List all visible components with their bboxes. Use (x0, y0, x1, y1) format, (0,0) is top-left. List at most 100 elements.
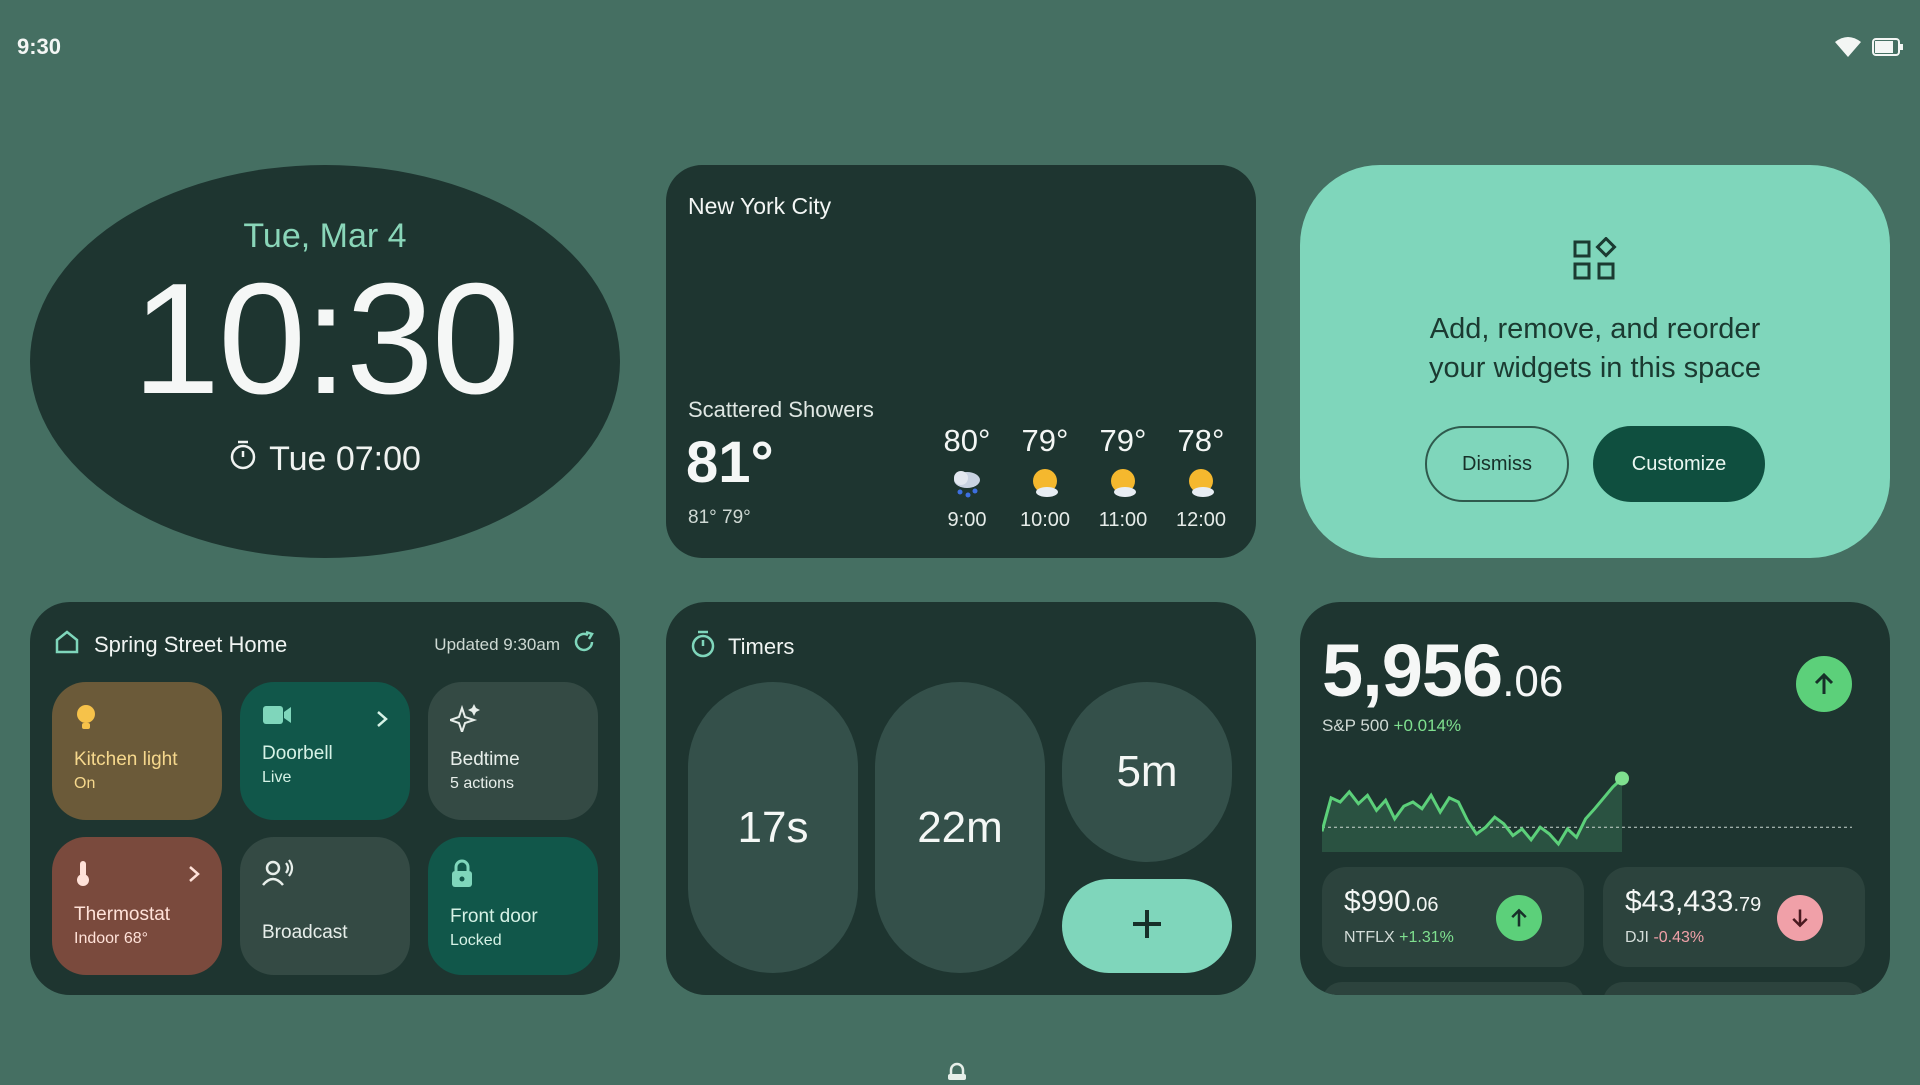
customize-widget: Add, remove, and reorder your widgets in… (1300, 165, 1890, 558)
tile-label: Bedtime (450, 749, 520, 770)
mini-price-dec: .06 (1410, 894, 1439, 916)
tile-kitchen-light[interactable]: Kitchen light On (52, 682, 222, 820)
forecast-hour: 79° 10:00 (1006, 423, 1084, 532)
dismiss-button[interactable]: Dismiss (1425, 426, 1569, 502)
mini-symbol: DJI (1625, 929, 1649, 946)
forecast-time: 11:00 (1098, 509, 1148, 531)
stock-symbol: S&P 500 (1322, 716, 1389, 735)
tile-label: Front door (450, 906, 538, 927)
home-icon (54, 630, 80, 659)
weather-hilo: 81° 79° (688, 507, 751, 528)
mini-name: NTFLX +1.31% (1344, 929, 1454, 947)
chevron-right-icon (188, 865, 200, 888)
customize-message: Add, remove, and reorder your widgets in… (1429, 310, 1761, 388)
tile-label: Broadcast (262, 922, 348, 943)
sparkle-icon (446, 704, 480, 736)
mini-price: $990.06 (1344, 885, 1439, 919)
home-updated: Updated 9:30am (434, 634, 560, 654)
forecast-time: 12:00 (1175, 509, 1227, 531)
lock-icon (946, 1062, 968, 1085)
forecast-time: 9:00 (947, 509, 987, 531)
stock-card-ntflx[interactable]: $990.06 NTFLX +1.31% (1322, 867, 1584, 967)
tile-label: Thermostat (74, 904, 171, 925)
arrow-up-icon (1796, 656, 1852, 712)
status-icons (1834, 36, 1904, 63)
weather-city: New York City (688, 193, 832, 219)
clock-widget[interactable]: Tue, Mar 4 10:30 Tue 07:00 (30, 165, 620, 558)
stock-chart (1322, 771, 1852, 852)
tile-thermostat[interactable]: Thermostat Indoor 68° (52, 837, 222, 975)
clock-alarm: Tue 07:00 (229, 440, 421, 479)
camera-icon (262, 706, 292, 730)
stock-card-peek (1322, 982, 1584, 995)
partly-sunny-icon (1183, 465, 1219, 501)
forecast-temp: 80° (943, 423, 991, 458)
mini-symbol: NTFLX (1344, 929, 1395, 946)
mini-change: -0.43% (1653, 929, 1705, 946)
timer-item[interactable]: 5m (1062, 682, 1232, 862)
forecast-temp: 79° (1021, 423, 1069, 458)
timer-icon (690, 630, 716, 664)
mini-price: $43,433.79 (1625, 885, 1761, 919)
timers-widget: Timers 17s 22m 5m (666, 602, 1256, 995)
stock-price-int: 5,956 (1322, 629, 1503, 712)
tile-status: Indoor 68° (74, 930, 149, 947)
status-time: 9:30 (17, 34, 62, 59)
weather-temp: 81° (686, 430, 774, 495)
lightbulb-icon (74, 705, 98, 736)
alarm-icon (229, 440, 257, 479)
stock-chart-area (1322, 778, 1622, 852)
stock-name: S&P 500 +0.014% (1322, 716, 1461, 736)
thermometer-icon (74, 861, 92, 891)
stock-change: +0.014% (1393, 716, 1462, 735)
plus-icon (1130, 907, 1164, 946)
widgets-icon (1572, 236, 1618, 288)
forecast-hour: 78° 12:00 (1162, 423, 1240, 532)
weather-widget[interactable]: New York City Scattered Showers 81° 81° … (666, 165, 1256, 558)
stocks-widget[interactable]: 5,956.06 S&P 500 +0.014% $990.06 NTFLX +… (1300, 602, 1890, 995)
mini-price-int: $43,433 (1625, 885, 1734, 918)
stock-chart-point (1615, 771, 1629, 786)
timers-title: Timers (728, 634, 795, 659)
forecast-hour: 79° 11:00 (1084, 423, 1162, 532)
tile-doorbell[interactable]: Doorbell Live (240, 682, 410, 820)
forecast-temp: 78° (1177, 423, 1225, 458)
mini-price-dec: .79 (1733, 894, 1762, 916)
partly-sunny-icon (1027, 465, 1063, 501)
stock-card-dji[interactable]: $43,433.79 DJI -0.43% (1603, 867, 1865, 967)
mini-name: DJI -0.43% (1625, 929, 1704, 947)
stock-card-peek (1603, 982, 1865, 995)
customize-message-line2: your widgets in this space (1428, 352, 1762, 384)
rain-cloud-icon (949, 465, 985, 501)
weather-condition: Scattered Showers (688, 397, 874, 422)
alarm-time: Tue 07:00 (269, 440, 421, 478)
tile-front-door[interactable]: Front door Locked (428, 837, 598, 975)
timer-item[interactable]: 17s (688, 682, 858, 973)
clock-time: 10:30 (132, 251, 519, 427)
battery-icon (1872, 37, 1904, 62)
customize-button[interactable]: Customize (1593, 426, 1765, 502)
lock-icon (450, 859, 474, 893)
customize-message-line1: Add, remove, and reorder (1429, 313, 1761, 345)
mini-change: +1.31% (1399, 929, 1454, 946)
arrow-down-icon (1777, 895, 1823, 941)
add-timer-button[interactable] (1062, 879, 1232, 973)
forecast-time: 10:00 (1019, 509, 1071, 531)
refresh-icon[interactable] (572, 630, 596, 659)
stock-price: 5,956.06 (1322, 628, 1563, 713)
home-widget: Spring Street Home Updated 9:30am Kitche… (30, 602, 620, 995)
tile-broadcast[interactable]: Broadcast (240, 837, 410, 975)
chevron-right-icon (376, 710, 388, 733)
tile-label: Doorbell (262, 743, 333, 764)
tile-bedtime[interactable]: Bedtime 5 actions (428, 682, 598, 820)
hourly-forecast: 80° 9:00 79° 10:00 79° 11:00 78° 12:00 (928, 423, 1240, 532)
forecast-hour: 80° 9:00 (928, 423, 1006, 532)
mini-price-int: $990 (1344, 885, 1411, 918)
home-title: Spring Street Home (94, 631, 288, 657)
tile-status: Live (262, 769, 292, 786)
partly-sunny-icon (1105, 465, 1141, 501)
tile-status: 5 actions (450, 775, 515, 792)
wifi-icon (1834, 36, 1862, 63)
timer-item[interactable]: 22m (875, 682, 1045, 973)
tile-label: Kitchen light (74, 749, 178, 770)
